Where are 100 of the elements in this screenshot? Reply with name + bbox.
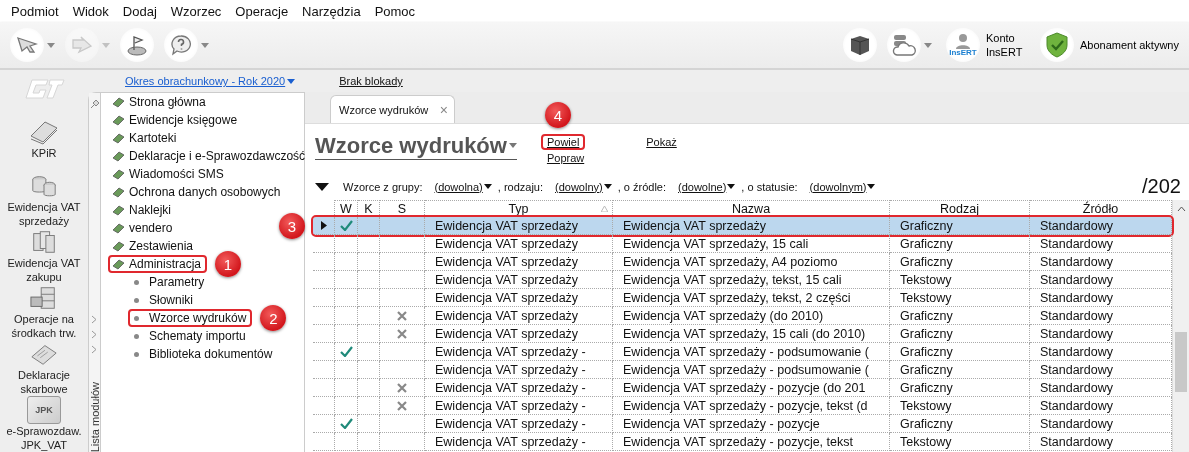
sidebar-item[interactable]: Ochrona danych osobowych: [108, 183, 287, 201]
sidebar-item[interactable]: Wiadomości SMS: [108, 165, 230, 183]
caret-icon: [727, 184, 736, 189]
table-cell: Tekstowy: [890, 271, 1030, 289]
menu-item[interactable]: Podmiot: [4, 3, 66, 19]
period-link[interactable]: Okres obrachunkowy - Rok 2020: [125, 75, 296, 87]
table-cell: Ewidencja VAT sprzedaży -: [425, 397, 613, 415]
table-cell: [358, 271, 380, 289]
action-link[interactable]: Popraw: [540, 150, 591, 166]
collapse-arrow-icon[interactable]: [315, 182, 329, 191]
table-cell: [358, 433, 380, 451]
caret-icon: [47, 42, 55, 48]
menu-item[interactable]: Operacje: [228, 3, 296, 19]
module-icon: [112, 222, 125, 234]
table-cell: [358, 415, 380, 433]
table-cell: [358, 397, 380, 415]
table-row[interactable]: Ewidencja VAT sprzedaży Ewidencja VAT sprzedaży, tekst, 15 cali Tekstowy Standardowy: [313, 271, 1172, 289]
submenu-item[interactable]: Biblioteka dokumentów: [128, 345, 279, 363]
scrollbar[interactable]: [1172, 200, 1189, 452]
page-title[interactable]: Wzorce wydruków: [315, 132, 517, 160]
table-cell: Ewidencja VAT sprzedaży: [425, 253, 613, 271]
action-link[interactable]: Pokaż: [640, 134, 683, 150]
module-icon: [112, 96, 125, 108]
submenu-item[interactable]: Schematy importu: [128, 327, 252, 345]
module-icon: [112, 168, 125, 180]
table-cell: [313, 415, 335, 433]
table-cell: Ewidencja VAT sprzedaży - podsumowanie (: [613, 361, 890, 379]
back-arrow-icon: [16, 36, 38, 54]
module-icon: [112, 186, 125, 198]
account-button[interactable]: InsERT Konto InsERT: [945, 28, 1026, 62]
submenu-item[interactable]: Parametry: [128, 273, 211, 291]
menu-item[interactable]: Narzędzia: [295, 3, 368, 19]
sidebar-item[interactable]: Ewidencje księgowe: [108, 111, 244, 129]
flag-icon: [126, 34, 148, 56]
module-icon: [112, 258, 125, 270]
table-cell: [358, 325, 380, 343]
table-row[interactable]: Ewidencja VAT sprzedaży - Ewidencja VAT sprzedaży - pozycje Graficzny Standardowy: [313, 415, 1172, 433]
menu-item[interactable]: Dodaj: [115, 3, 164, 19]
record-count: /202: [1142, 175, 1181, 198]
logo-icon: [22, 76, 66, 102]
scroll-up-icon[interactable]: [1176, 206, 1186, 212]
table-cell: Ewidencja VAT sprzedaży -: [425, 379, 613, 397]
submenu-item[interactable]: Słowniki: [128, 291, 199, 309]
table-row[interactable]: Ewidencja VAT sprzedaży - Ewidencja VAT sprzedaży - podsumowanie ( Graficzny Standardowy: [313, 361, 1172, 379]
cross-icon: [397, 400, 407, 411]
menu-item[interactable]: Wzorzec: [163, 3, 229, 19]
table-cell: [358, 379, 380, 397]
module-button[interactable]: Ewidencja VAT zakupu: [1, 228, 87, 284]
filter-label: , o statusie:: [741, 180, 798, 193]
close-button[interactable]: ×: [439, 101, 448, 118]
table-cell: Ewidencja VAT sprzedaży - pozycje, tekst: [613, 433, 890, 451]
table-row[interactable]: Ewidencja VAT sprzedaży - Ewidencja VAT sprzedaży - pozycje (do 201 Graficzny Standardowy: [313, 379, 1172, 397]
module-button[interactable]: Deklaracje skarbowe: [1, 340, 87, 396]
module-button[interactable]: Ewidencja VAT sprzedaży: [1, 172, 87, 228]
filter-dropdown[interactable]: (dowolnym): [809, 180, 876, 193]
menu-item[interactable]: Pomoc: [367, 3, 423, 19]
sidebar-item[interactable]: Strona główna: [108, 93, 212, 111]
submenu-item[interactable]: Wzorce wydruków: [128, 309, 253, 327]
table-cell: Ewidencja VAT sprzedaży -: [425, 433, 613, 451]
table-row[interactable]: Ewidencja VAT sprzedaży - Ewidencja VAT sprzedaży - pozycje, tekst Tekstowy Standardowy: [313, 433, 1172, 451]
menu-item[interactable]: Widok: [65, 3, 116, 19]
table-cell: [313, 379, 335, 397]
table-cell: Ewidencja VAT sprzedaży, tekst, 15 cali: [613, 271, 890, 289]
table-row[interactable]: Ewidencja VAT sprzedaży Ewidencja VAT sprzedaży, A4 poziomo Graficzny Standardowy: [313, 253, 1172, 271]
table-cell: Graficzny: [890, 343, 1030, 361]
module-button[interactable]: JPK e-Sprawozdaw. JPK_VAT: [1, 396, 87, 452]
sidebar-item[interactable]: Zestawienia: [108, 237, 200, 255]
scroll-thumb[interactable]: [1175, 332, 1187, 392]
subscription-button[interactable]: Abonament aktywny: [1039, 28, 1179, 62]
table-cell: Ewidencja VAT sprzedaży: [425, 307, 613, 325]
table-cell: [358, 235, 380, 253]
table-cell: Tekstowy: [890, 433, 1030, 451]
module-button[interactable]: Operacje na środkach trw.: [1, 284, 87, 340]
table-row[interactable]: Ewidencja VAT sprzedaży Ewidencja VAT sprzedaży, tekst, 2 części Tekstowy Standardowy: [313, 289, 1172, 307]
filter-dropdown[interactable]: (dowolna): [434, 180, 492, 193]
table-cell: [313, 235, 335, 253]
sidebar-item[interactable]: Kartoteki: [108, 129, 183, 147]
table-row[interactable]: Ewidencja VAT sprzedaży - Ewidencja VAT sprzedaży - podsumowanie ( Graficzny Standardowy: [313, 343, 1172, 361]
table-cell: Ewidencja VAT sprzedaży - pozycje, tekst (d: [613, 397, 890, 415]
table-row[interactable]: Ewidencja VAT sprzedaży Ewidencja VAT sprzedaży, 15 cali Graficzny Standardowy: [313, 235, 1172, 253]
table-row[interactable]: Ewidencja VAT sprzedaży Ewidencja VAT sprzedaży, 15 cali (do 2010) Graficzny Standardowy: [313, 325, 1172, 343]
action-link[interactable]: Powiel: [540, 134, 586, 150]
toolbar-button[interactable]: [164, 28, 209, 62]
table-row[interactable]: Ewidencja VAT sprzedaży Ewidencja VAT sprzedaży (do 2010) Graficzny Standardowy: [313, 307, 1172, 325]
module-icon: [112, 204, 125, 216]
sidebar-item[interactable]: vendero: [108, 219, 179, 237]
module-button[interactable]: KPiR: [1, 116, 87, 172]
toolbar-button[interactable]: [842, 28, 877, 62]
sidebar-item[interactable]: Deklaracje i e-Sprawozdawczość: [108, 147, 312, 165]
table-row[interactable]: Ewidencja VAT sprzedaży - Ewidencja VAT sprzedaży - pozycje, tekst (d Tekstowy Standardowy: [313, 397, 1172, 415]
table-cell: [313, 271, 335, 289]
filter-dropdown[interactable]: (dowolny): [555, 180, 612, 193]
check-icon: [339, 220, 353, 231]
table-cell: Standardowy: [1030, 217, 1172, 235]
lock-status-link[interactable]: Brak blokady: [339, 75, 403, 87]
document-tab[interactable]: Wzorce wydruków ×: [330, 95, 455, 123]
sidebar-item[interactable]: Naklejki: [108, 201, 177, 219]
filter-dropdown[interactable]: (dowolne): [678, 180, 736, 193]
table-cell: Ewidencja VAT sprzedaży - podsumowanie (: [613, 343, 890, 361]
table-row[interactable]: Ewidencja VAT sprzedaży Ewidencja VAT sprzedaży Graficzny Standardowy: [313, 217, 1172, 235]
